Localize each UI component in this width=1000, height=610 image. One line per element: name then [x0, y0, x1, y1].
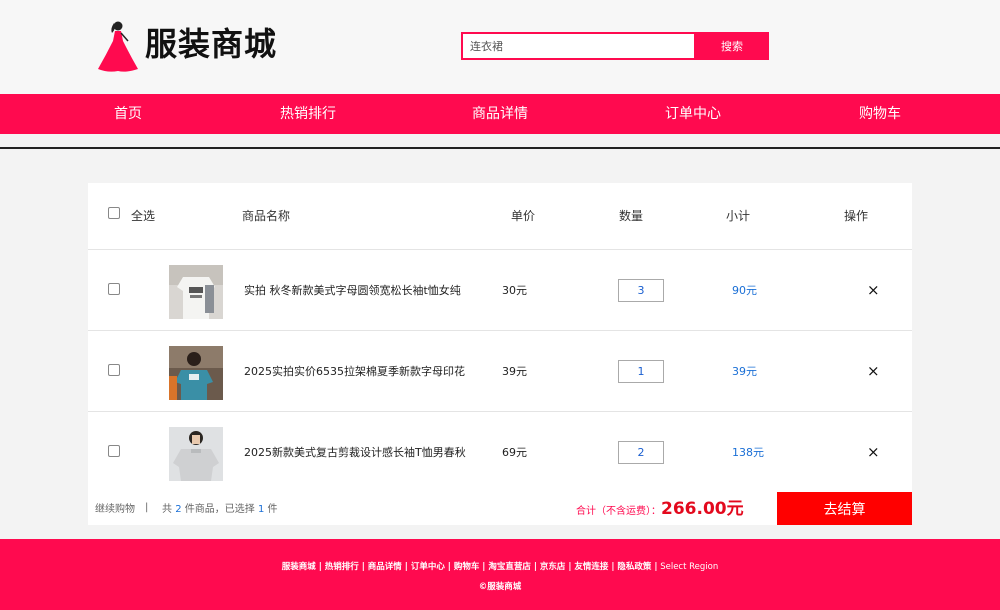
cart-count-summary: 共 2 件商品，已选择 1 件 — [162, 503, 278, 517]
quantity-input[interactable]: 1 — [618, 360, 664, 383]
column-subtotal: 小计 — [726, 209, 751, 223]
nav-item-product-detail[interactable]: 商品详情 — [440, 94, 560, 134]
unit-price: 69元 — [502, 446, 527, 459]
select-all-checkbox[interactable] — [108, 207, 120, 219]
column-action: 操作 — [844, 209, 869, 223]
quantity-input[interactable]: 3 — [618, 279, 664, 302]
footer-link-list[interactable]: 服装商城 | 热销排行 | 商品详情 | 订单中心 | 购物车 | 淘宝直营店 … — [282, 562, 658, 572]
search-button[interactable]: 搜索 — [695, 32, 769, 60]
product-name[interactable]: 实拍 秋冬新款美式字母圆领宽松长袖t恤女纯 — [244, 284, 461, 298]
cart-summary-bar: 继续购物 | 共 2 件商品，已选择 1 件 合计（不含运费）： 266.00元… — [88, 492, 912, 525]
remove-icon[interactable]: × — [867, 442, 880, 462]
quantity-input[interactable]: 2 — [618, 441, 664, 464]
item-subtotal: 138元 — [732, 446, 764, 459]
unit-price: 30元 — [502, 284, 527, 297]
column-quantity: 数量 — [619, 209, 644, 223]
cart-row: 2025实拍实价6535拉架棉夏季新款字母印花 39元 1 39元 × — [88, 331, 912, 412]
brand-title: 服装商城 — [145, 25, 278, 63]
main-nav: 首页 热销排行 商品详情 订单中心 购物车 — [0, 94, 1000, 134]
column-name: 商品名称 — [242, 209, 291, 223]
cart-header: 全选 商品名称 单价 数量 小计 操作 — [88, 183, 912, 250]
product-thumbnail[interactable] — [169, 427, 223, 481]
divider — [0, 147, 1000, 149]
product-name[interactable]: 2025新款美式复古剪裁设计感长袖T恤男春秋 — [244, 446, 466, 460]
product-thumbnail[interactable] — [169, 346, 223, 400]
copyright: ©服装商城 — [478, 582, 522, 592]
site-footer: 服装商城 | 热销排行 | 商品详情 | 订单中心 | 购物车 | 淘宝直营店 … — [0, 539, 1000, 610]
logo-dress-icon — [98, 21, 138, 72]
summary-suffix: 件 — [267, 504, 278, 515]
nav-item-home[interactable]: 首页 — [68, 94, 188, 134]
item-subtotal: 90元 — [732, 284, 757, 297]
remove-icon[interactable]: × — [867, 280, 880, 300]
continue-shopping-link[interactable]: 继续购物 — [95, 503, 135, 517]
cart-row: 2025新款美式复古剪裁设计感长袖T恤男春秋 69元 2 138元 × — [88, 412, 912, 493]
item-checkbox[interactable] — [108, 445, 120, 457]
search-input[interactable] — [461, 32, 696, 60]
product-name[interactable]: 2025实拍实价6535拉架棉夏季新款字母印花 — [244, 365, 465, 379]
select-region-link[interactable]: Select Region — [658, 562, 718, 572]
item-subtotal: 39元 — [732, 365, 757, 378]
select-all-label[interactable]: 全选 — [131, 208, 155, 224]
summary-prefix: 共 — [162, 504, 172, 515]
product-thumbnail[interactable] — [169, 265, 223, 319]
header: 服装商城 搜索 — [0, 0, 1000, 94]
separator: | — [145, 502, 149, 513]
nav-item-hot-ranking[interactable]: 热销排行 — [248, 94, 368, 134]
footer-links: 服装商城 | 热销排行 | 商品详情 | 订单中心 | 购物车 | 淘宝直营店 … — [0, 561, 1000, 573]
column-price: 单价 — [511, 209, 536, 223]
cart-row: 实拍 秋冬新款美式字母圆领宽松长袖t恤女纯 30元 3 90元 × — [88, 250, 912, 331]
total-item-count: 2 — [175, 504, 182, 515]
item-checkbox[interactable] — [108, 364, 120, 376]
selected-item-count: 1 — [257, 504, 265, 515]
total-label: 合计（不含运费）： — [576, 506, 661, 517]
cart-panel: 全选 商品名称 单价 数量 小计 操作 实拍 秋冬新款美式字母圆领宽松长袖t恤女… — [88, 183, 912, 525]
nav-item-cart[interactable]: 购物车 — [820, 94, 940, 134]
checkout-button[interactable]: 去结算 — [777, 492, 912, 525]
item-checkbox[interactable] — [108, 283, 120, 295]
total-amount: 266.00元 — [661, 499, 744, 519]
summary-mid: 件商品，已选择 — [184, 504, 255, 515]
remove-icon[interactable]: × — [867, 361, 880, 381]
unit-price: 39元 — [502, 365, 527, 378]
nav-item-order-center[interactable]: 订单中心 — [633, 94, 753, 134]
